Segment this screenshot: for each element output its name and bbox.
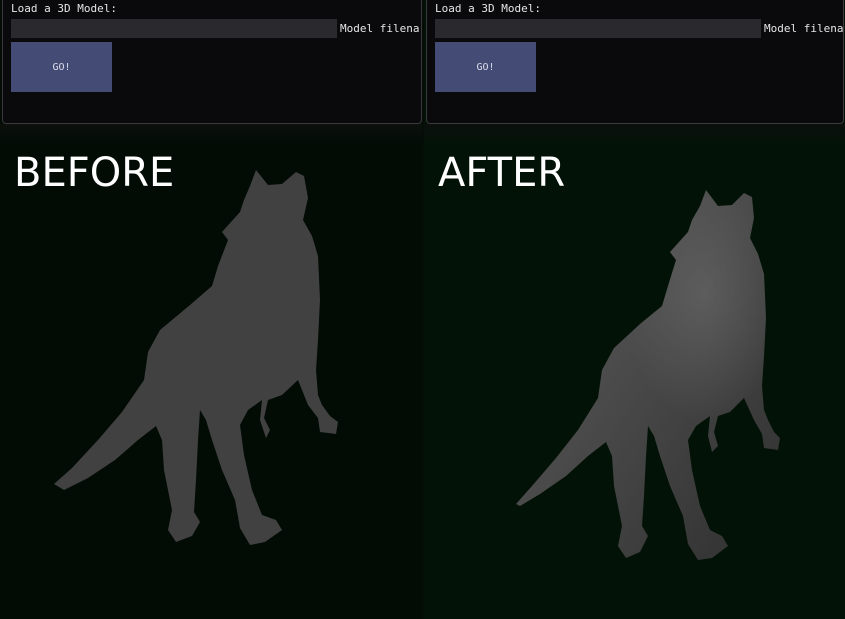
viewport-after[interactable]: Load a 3D Model: Model filena GO! AFTER xyxy=(424,0,845,619)
viewport-before[interactable]: Load a 3D Model: Model filena GO! BEFORE xyxy=(0,0,422,619)
wolf-model-flat xyxy=(54,170,338,545)
wolf-model-shaded xyxy=(516,190,780,560)
